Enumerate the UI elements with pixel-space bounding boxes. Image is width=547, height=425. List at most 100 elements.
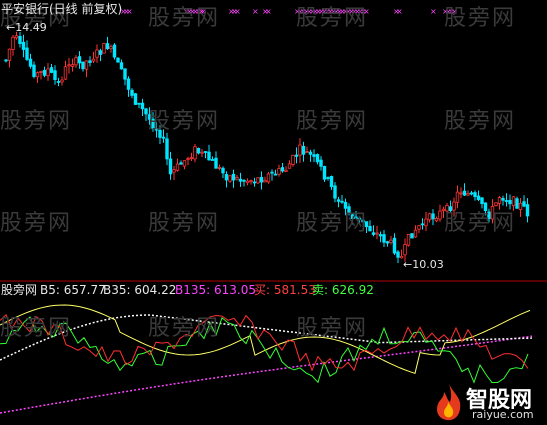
candle-body: [224, 174, 229, 181]
candle-body: [473, 192, 477, 198]
candle-body: [35, 72, 40, 78]
signal-x-marker: ×: [265, 7, 272, 16]
candle-body: [308, 151, 313, 155]
watermark: 股旁网: [0, 211, 73, 236]
candle-body: [469, 192, 474, 195]
candle-body: [280, 167, 285, 172]
candle-body: [221, 167, 225, 174]
candle-body: [74, 57, 78, 66]
arrow-left-icon: ←: [6, 21, 16, 34]
indicator-b35: B35: 604.22: [103, 283, 177, 297]
candle-body: [46, 68, 50, 77]
candle-body: [263, 179, 267, 183]
candle-body: [497, 197, 502, 204]
candle-body: [413, 229, 418, 238]
candle-body: [371, 232, 376, 235]
candle-body: [410, 233, 414, 239]
candle-body: [133, 93, 138, 105]
candle-body: [214, 157, 218, 169]
candle-body: [49, 67, 54, 73]
candle-body: [480, 197, 484, 205]
candle-body: [105, 43, 110, 50]
candle-body: [431, 213, 435, 220]
candle-body: [42, 69, 47, 76]
watermark: 股旁网: [0, 109, 73, 134]
candle-body: [179, 162, 183, 165]
candle-body: [305, 151, 309, 153]
candle-body: [406, 233, 411, 246]
candle-body: [396, 251, 400, 258]
candle-body: [378, 234, 383, 237]
candle-body: [231, 173, 236, 181]
candle-body: [273, 173, 278, 176]
candle-body: [455, 191, 460, 203]
watermark: 股旁网: [0, 316, 73, 341]
indicator-sell: 卖: 626.92: [312, 283, 374, 297]
indicator-b135: B135: 613.05: [175, 283, 256, 297]
candle-body: [11, 36, 15, 50]
indicator-b5: B5: 657.77: [40, 283, 106, 297]
flame-logo-icon: [437, 384, 461, 421]
watermark: 股旁网: [444, 6, 517, 31]
candle-body: [420, 223, 425, 226]
candle-body: [522, 201, 526, 207]
candle-body: [459, 192, 463, 195]
candle-body: [130, 89, 134, 96]
candle-body: [291, 154, 295, 165]
candle-body: [63, 66, 68, 80]
candle-body: [112, 44, 117, 58]
candle-body: [235, 177, 239, 180]
candle-body: [182, 160, 187, 167]
candle-body: [70, 64, 75, 67]
watermark: 股旁网: [148, 316, 221, 341]
candle-body: [39, 71, 43, 73]
candle-body: [81, 61, 85, 70]
candle-body: [196, 147, 201, 154]
candle-body: [438, 210, 442, 220]
candle-body: [333, 185, 337, 199]
candle-body: [427, 213, 432, 221]
candle-body: [284, 169, 288, 172]
candle-body: [322, 166, 327, 180]
candle-body: [315, 154, 320, 163]
candle-body: [28, 58, 33, 67]
candle-body: [18, 36, 22, 44]
low-price-value: 10.03: [412, 258, 444, 271]
candle-body: [210, 159, 215, 161]
candle-body: [123, 68, 127, 80]
site-logo: 智股网 raiyue.com: [432, 382, 544, 422]
candle-body: [217, 166, 222, 169]
candle-body: [368, 225, 372, 232]
high-price-value: 14.49: [15, 21, 47, 34]
candle-body: [161, 136, 166, 139]
candle-body: [165, 138, 169, 160]
watermark: 股旁网: [296, 211, 369, 236]
watermark: 股旁网: [296, 316, 369, 341]
candle-body: [326, 177, 330, 179]
candle-body: [189, 157, 194, 159]
candle-body: [60, 79, 64, 83]
watermark: 股旁网: [148, 109, 221, 134]
candle-body: [277, 168, 281, 175]
candle-body: [56, 81, 61, 83]
candle-body: [525, 204, 530, 217]
candle-body: [385, 241, 390, 244]
candle-body: [245, 180, 250, 184]
candle-body: [200, 151, 204, 154]
candle-body: [88, 60, 92, 63]
low-price-label: ←10.03: [403, 258, 444, 272]
candle-body: [84, 60, 89, 70]
high-price-label: ←14.49: [6, 21, 47, 35]
candle-body: [21, 41, 26, 50]
candle-body: [186, 158, 190, 160]
candle-body: [14, 35, 19, 39]
b35-line: [0, 314, 533, 361]
candle-body: [287, 163, 292, 169]
indicator-name: 股旁网: [1, 283, 38, 297]
candle-body: [417, 225, 421, 230]
candle-body: [95, 49, 99, 58]
candle-body: [340, 200, 344, 203]
candle-body: [193, 146, 197, 160]
candle-body: [238, 178, 243, 182]
candle-body: [375, 232, 379, 235]
